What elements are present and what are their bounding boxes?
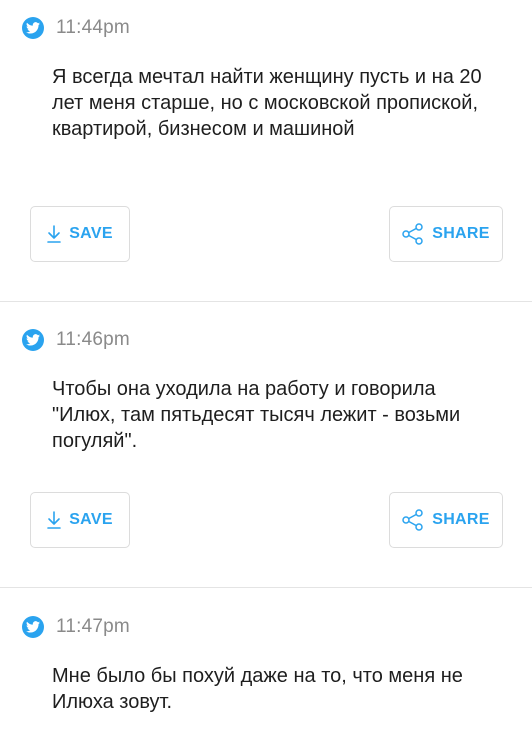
tweet-meta: 11:47pm <box>22 616 130 638</box>
download-arrow-icon <box>47 225 62 243</box>
twitter-bird-icon <box>22 616 44 638</box>
tweet-text: Чтобы она уходила на работу и говорила "… <box>52 378 461 452</box>
share-button[interactable]: SHARE <box>389 206 503 262</box>
share-button-label: SHARE <box>432 511 490 528</box>
twitter-bird-icon <box>22 17 44 39</box>
tweet-text: Мне было бы похуй даже на то, что меня н… <box>52 665 463 713</box>
tweet-time: 11:44pm <box>56 17 130 38</box>
tweet-card: 11:47pm Мне было бы похуй даже на то, чт… <box>0 588 532 744</box>
share-button-label: SHARE <box>432 225 490 242</box>
share-nodes-icon <box>402 509 424 531</box>
tweet-time: 11:46pm <box>56 329 130 350</box>
tweet-time: 11:47pm <box>56 616 130 637</box>
save-button[interactable]: SAVE <box>30 206 130 262</box>
share-button[interactable]: SHARE <box>389 492 503 548</box>
download-arrow-icon <box>47 511 62 529</box>
tweet-card: 11:46pm Чтобы она уходила на работу и го… <box>0 302 532 587</box>
tweet-text: Я всегда мечтал найти женщину пусть и на… <box>52 66 482 140</box>
save-button[interactable]: SAVE <box>30 492 130 548</box>
twitter-bird-icon <box>22 329 44 351</box>
tweet-meta: 11:44pm <box>22 17 130 39</box>
share-nodes-icon <box>402 223 424 245</box>
save-button-label: SAVE <box>69 225 113 242</box>
save-button-label: SAVE <box>69 511 113 528</box>
tweet-card: 11:44pm Я всегда мечтал найти женщину пу… <box>0 0 532 300</box>
tweet-meta: 11:46pm <box>22 329 130 351</box>
